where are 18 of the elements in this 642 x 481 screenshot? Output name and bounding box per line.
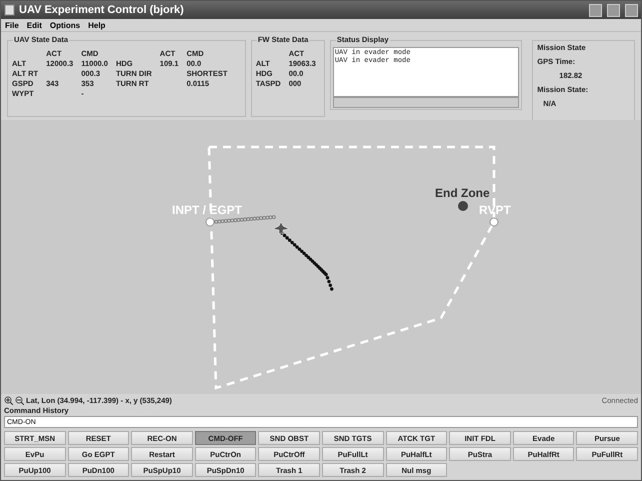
waypoint-marker: [206, 218, 214, 226]
end-zone-marker: [458, 201, 468, 211]
minimize-button[interactable]: [589, 4, 602, 16]
menu-item[interactable]: Options: [50, 20, 80, 30]
menu-item[interactable]: File: [5, 20, 19, 30]
window-title: UAV Experiment Control (bjork): [19, 4, 184, 16]
aircraft-icon: [272, 222, 290, 234]
menu-item[interactable]: Edit: [26, 20, 42, 30]
zone-label: End Zone: [435, 186, 490, 200]
app-icon: [4, 4, 15, 16]
zoom-in-icon[interactable]: [4, 396, 13, 404]
flight-trail: [280, 231, 334, 291]
horizontal-scrollbar[interactable]: [332, 97, 520, 108]
menu-item[interactable]: Help: [88, 20, 106, 30]
waypoint-marker: [490, 218, 498, 226]
zoom-out-icon[interactable]: [15, 396, 24, 404]
close-button[interactable]: [625, 4, 638, 16]
maximize-button[interactable]: [607, 4, 620, 16]
